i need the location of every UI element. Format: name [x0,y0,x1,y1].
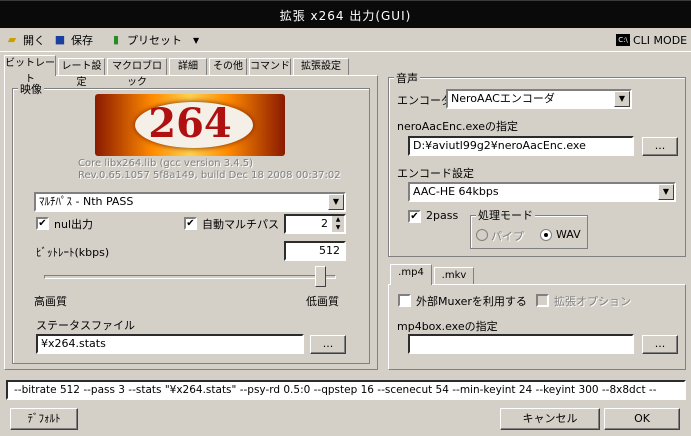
tab-other[interactable]: その他 [209,58,247,76]
pipe-label: パイプ [491,230,524,243]
processing-mode-legend: 処理モード [476,207,535,223]
high-quality-label: 高画質 [34,295,67,308]
extended-option-label: 拡張オプション [554,295,631,308]
bitrate-label: ﾋﾞｯﾄﾚｰﾄ(kbps) [36,246,110,259]
twopass-checkbox[interactable]: ✔ [408,210,421,223]
passes-spinner[interactable]: 2 ▲ ▼ [284,214,346,234]
command-line-display[interactable]: --bitrate 512 --pass 3 --stats "¥x264.st… [6,380,686,400]
chevron-down-icon: ▼ [658,184,674,200]
chevron-down-icon: ▼ [614,91,630,107]
encoder-select[interactable]: NeroAACエンコーダ ▼ [446,89,632,109]
bitrate-slider-thumb[interactable] [315,266,327,287]
nero-exe-label: neroAacEnc.exeの指定 [397,120,519,133]
wav-radio[interactable] [540,229,552,241]
pipe-radio[interactable] [476,229,488,241]
bitrate-input[interactable]: 512 [284,241,346,261]
auto-multipass-label: 自動マルチパス [202,218,279,231]
x264-logo: 264 [95,94,285,156]
toolbar: ▰ 開く ■ 保存 ▮ プリセット ▼ C:\ CLI MODE [0,28,691,52]
chevron-down-icon: ▼ [328,194,344,210]
auto-multipass-checkbox[interactable]: ✔ [184,217,197,230]
low-quality-label: 低画質 [306,295,339,308]
external-muxer-checkbox[interactable] [398,294,411,307]
tab-mkv[interactable]: .mkv [434,267,474,285]
logo-text: 264 [148,100,232,147]
tab-detail[interactable]: 詳細 [169,58,207,76]
tab-command[interactable]: コマンド [249,58,291,76]
title-bar[interactable]: 拡張 x264 出力(GUI) [0,0,691,28]
cli-mode-label: CLI MODE [633,33,688,47]
console-icon: C:\ [616,34,630,46]
tab-bitrate[interactable]: ビットレート [4,55,56,85]
bitrate-slider-track[interactable] [44,275,336,279]
encode-mode-select[interactable]: ﾏﾙﾁﾊﾟｽ - Nth PASS ▼ [34,192,346,212]
spin-arrows-icon: ▲ ▼ [332,216,344,232]
default-button[interactable]: ﾃﾞﾌｫﾙﾄ [10,408,78,430]
encode-settings-select[interactable]: AAC-HE 64kbps ▼ [408,182,676,202]
stats-file-input[interactable]: ¥x264.stats [36,334,304,354]
tab-rate-settings[interactable]: レート設定 [58,58,105,88]
window-title: 拡張 x264 出力(GUI) [279,9,412,23]
tab-extended-settings[interactable]: 拡張設定 [293,58,349,76]
nero-exe-browse-button[interactable]: ... [642,137,678,156]
floppy-disk-icon: ■ [54,33,66,46]
cancel-button[interactable]: キャンセル [500,408,600,430]
encoder-label: エンコーダ [397,94,452,107]
audio-legend: 音声 [394,70,420,86]
mp4box-browse-button[interactable]: ... [642,335,678,354]
extended-option-checkbox[interactable] [536,294,549,307]
folder-open-icon: ▰ [7,33,17,46]
mp4box-label: mp4box.exeの指定 [397,320,498,333]
open-label: 開く [23,34,45,47]
preset-book-icon: ▮ [112,33,120,46]
open-button[interactable]: ▰ 開く [4,31,45,49]
rev-version-text: Rev.0.65.1057 5f8a149, build Dec 18 2008… [78,170,341,181]
ok-button[interactable]: OK [604,408,680,430]
nul-output-label: nul出力 [54,218,93,231]
wav-label: WAV [556,228,581,241]
mp4box-input[interactable] [408,334,634,354]
stats-browse-button[interactable]: ... [310,335,346,354]
twopass-label: 2pass [426,209,459,222]
encode-settings-label: エンコード設定 [397,167,474,180]
tab-mp4[interactable]: .mp4 [390,264,432,285]
preset-label: プリセット [127,34,182,47]
tab-macroblock[interactable]: マクロブロック [107,58,167,88]
save-label: 保存 [71,34,93,47]
nero-exe-input[interactable]: D:¥aviutl99g2¥neroAacEnc.exe [408,136,634,156]
nul-output-checkbox[interactable]: ✔ [36,217,49,230]
cli-mode-button[interactable]: C:\ CLI MODE [616,31,687,49]
chevron-down-icon: ▼ [193,35,200,45]
save-button[interactable]: ■ 保存 [52,31,93,49]
stats-file-label: ステータスファイル [36,319,135,332]
preset-button[interactable]: ▮ プリセット ▼ [108,31,199,49]
external-muxer-label: 外部Muxerを利用する [416,295,527,308]
core-version-text: Core libx264.lib (gcc version 3.4.5) [78,158,254,169]
